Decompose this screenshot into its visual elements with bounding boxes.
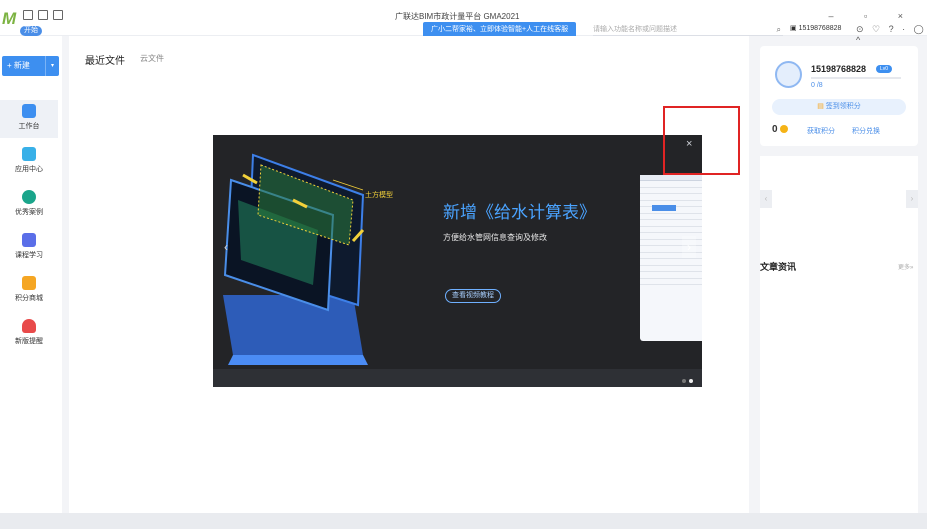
sidebar-item-update-notice[interactable]: 新版提醒 [0,315,58,353]
sidebar-item-label: 课程学习 [15,252,43,259]
sidebar-item-points-mall[interactable]: 积分商城 [0,272,58,310]
sidebar-item-label: 工作台 [18,123,40,130]
new-button[interactable]: + 新建 ▾ [2,56,59,76]
start-badge[interactable]: 开始 [20,26,42,36]
news-section-title: 文章资讯 [760,262,797,272]
window-title: 广联达BIM市政计量平台 GMA2021 [395,12,520,21]
modal-prev-button[interactable]: ‹ [219,236,233,258]
carousel-prev-button[interactable]: ‹ [760,190,772,208]
signin-button[interactable]: ▤ 签到领积分 [772,99,906,115]
sidebar-item-cases[interactable]: 优秀案例 [0,186,58,224]
app-logo: M [2,9,17,28]
news-more-link[interactable]: 更多» [898,262,913,271]
folder-icon[interactable] [53,10,63,20]
feature-announcement-modal: 土方模型 新增《给水计算表》 方便给水管网信息查询及修改 查看视频教程 ‹ › … [213,135,702,387]
points-value: 0 [772,124,778,135]
new-button-label: + 新建 [7,61,30,70]
user-account[interactable]: ▣ 15198768828 [790,24,841,32]
signin-label: 签到领积分 [825,103,861,110]
sidebar-item-app-center[interactable]: 应用中心 [0,143,58,181]
right-lower-panel: ‹ › 文章资讯 更多» [760,156,918,529]
level-progress-text: 0 /8 [811,82,823,89]
sidebar-item-label: 新版提醒 [15,338,43,345]
level-badge: Lv0 [876,65,893,73]
points-count: 0 [772,124,788,135]
sidebar-item-label: 应用中心 [15,166,43,173]
user-phone: 15198768828 [798,25,842,32]
get-points-link[interactable]: 获取积分 [807,126,835,136]
avatar[interactable] [775,61,802,88]
sidebar-item-label: 积分商城 [15,295,43,302]
sidebar-item-courses[interactable]: 课程学习 [0,229,58,267]
layers-icon [22,147,36,161]
modal-next-button[interactable]: › [682,236,696,258]
chevron-down-icon[interactable]: ▾ [45,56,59,76]
spreadsheet-preview [640,175,702,341]
laptop-illustration [223,153,368,365]
title-bar: M 开始 广联达BIM市政计量平台 GMA2021 广小二帮家裕、立即体验智能+… [0,0,927,45]
header-tool-icons[interactable]: ⊙ ♡ ? · ◯ ^ [856,24,927,45]
carousel-dot[interactable] [682,379,686,383]
modal-illustration [223,153,368,365]
grid-icon [22,104,36,118]
bell-icon [22,319,36,333]
sidebar-item-workbench[interactable]: 工作台 [0,100,58,138]
carousel-next-button[interactable]: › [906,190,918,208]
taskbar [0,513,927,529]
modal-footer-strip [213,369,702,387]
modal-headline: 新增《给水计算表》 [443,203,596,222]
sidebar: + 新建 ▾ 工作台 应用中心 优秀案例 课程学习 积分商城 新版提醒 [0,36,62,529]
coin-icon [779,125,788,134]
tab-cloud-files[interactable]: 云文件 [140,53,164,64]
level-progress-bar [811,77,901,79]
upload-icon[interactable] [23,10,33,20]
username: 15198768828 [811,64,867,74]
sidebar-item-label: 优秀案例 [15,209,43,216]
modal-subline: 方便给水管网信息查询及修改 [443,233,547,242]
earthwork-model-label: 土方模型 [365,192,393,199]
carousel-dots [682,375,696,385]
search-input[interactable]: 请输入功能名称或问题描述 ⌕ [593,24,783,36]
redeem-points-link[interactable]: 积分兑换 [852,126,880,136]
search-icon[interactable]: ⌕ [777,25,781,35]
watch-tutorial-button[interactable]: 查看视频教程 [445,289,501,303]
highlight-box [663,106,740,175]
new-file-icon[interactable] [38,10,48,20]
carousel-dot-active[interactable] [689,379,693,383]
calendar-icon: ▤ [817,103,824,110]
window-controls[interactable]: – ▫ × [829,11,917,21]
search-placeholder: 请输入功能名称或问题描述 [593,26,677,33]
star-icon [22,190,36,204]
tab-recent-files[interactable]: 最近文件 [85,52,125,67]
video-icon [22,233,36,247]
user-avatar-icon: ▣ [790,25,797,32]
user-card: 15198768828 Lv0 0 /8 ▤ 签到领积分 0 获取积分 积分兑换 [760,46,918,146]
gift-icon [22,276,36,290]
